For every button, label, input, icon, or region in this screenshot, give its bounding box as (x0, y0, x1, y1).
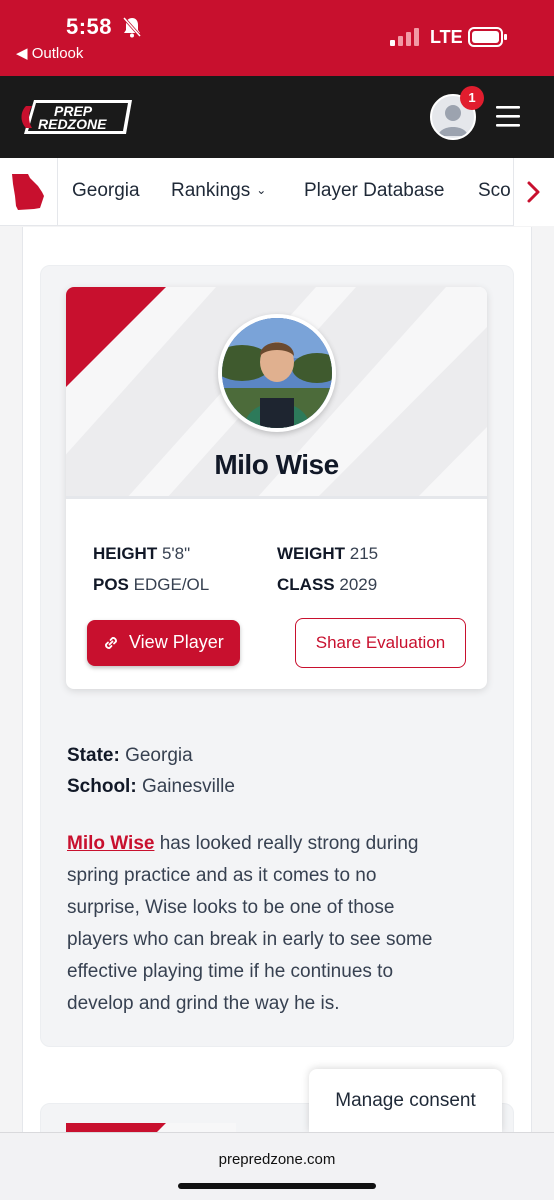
player-photo-image (222, 318, 332, 428)
chevron-right-icon (527, 181, 540, 203)
hamburger-menu-icon[interactable] (494, 104, 522, 128)
stat-height: HEIGHT 5'8" (93, 544, 191, 563)
state-detail: State: Georgia (67, 745, 193, 766)
battery-icon (468, 27, 507, 47)
browser-url-bar[interactable]: prepredzone.com (0, 1132, 554, 1200)
player-photo (218, 314, 336, 432)
home-indicator[interactable] (178, 1183, 376, 1189)
georgia-state-icon (12, 174, 44, 210)
stat-weight: WEIGHT 215 (277, 544, 379, 563)
evaluation-line: develop and grind the way he is. (67, 993, 340, 1014)
evaluation-line: effective playing time if he continues t… (67, 961, 394, 982)
player-profile-card: Milo Wise HEIGHT 5'8" WEIGHT 215 POS EDG… (66, 287, 487, 689)
chevron-down-icon: ⌄ (256, 183, 267, 197)
stat-class: CLASS 2029 (277, 575, 378, 594)
manage-consent-button[interactable]: Manage consent (309, 1069, 502, 1133)
profile-header: Milo Wise (66, 287, 487, 499)
prep-redzone-logo[interactable]: PREP REDZONE (20, 96, 135, 138)
notification-badge[interactable]: 1 (460, 86, 484, 110)
signal-icon (390, 28, 419, 46)
status-time: 5:58 (66, 14, 113, 39)
svg-text:REDZONE: REDZONE (38, 116, 107, 132)
evaluation-line: players who can break in early to see so… (67, 929, 433, 950)
stat-position: POS EDGE/OL (93, 575, 210, 594)
link-icon (105, 637, 117, 649)
view-player-button[interactable]: View Player (87, 620, 240, 666)
back-to-app-link[interactable]: ◀ Outlook (16, 44, 83, 62)
school-detail: School: Gainesville (67, 776, 235, 797)
share-evaluation-button[interactable]: Share Evaluation (295, 618, 466, 668)
state-nav-bar: Georgia Rankings ⌄ Player Database Sco (0, 158, 554, 226)
evaluation-line: surprise, Wise looks to be one of those (67, 897, 395, 918)
player-name: Milo Wise (214, 449, 339, 480)
evaluation-line: spring practice and as it comes to no (67, 865, 377, 886)
evaluation-line: Milo Wise has looked really strong durin… (67, 833, 419, 854)
network-label: LTE (430, 27, 463, 47)
player-name-link[interactable]: Milo Wise (67, 833, 154, 854)
nav-items: Georgia Rankings ⌄ Player Database Sco (58, 158, 513, 226)
state-selector[interactable] (0, 158, 58, 226)
nav-item-georgia[interactable]: Georgia (72, 180, 140, 202)
status-bar: 5:58 ◀ Outlook LTE (0, 0, 554, 76)
nav-item-scouting[interactable]: Sco (478, 180, 511, 202)
bell-muted-icon (122, 17, 142, 38)
url-text[interactable]: prepredzone.com (0, 1151, 554, 1168)
nav-scroll-right-button[interactable] (513, 158, 554, 226)
nav-item-rankings[interactable]: Rankings ⌄ (171, 180, 266, 202)
nav-item-player-database[interactable]: Player Database (304, 180, 444, 202)
